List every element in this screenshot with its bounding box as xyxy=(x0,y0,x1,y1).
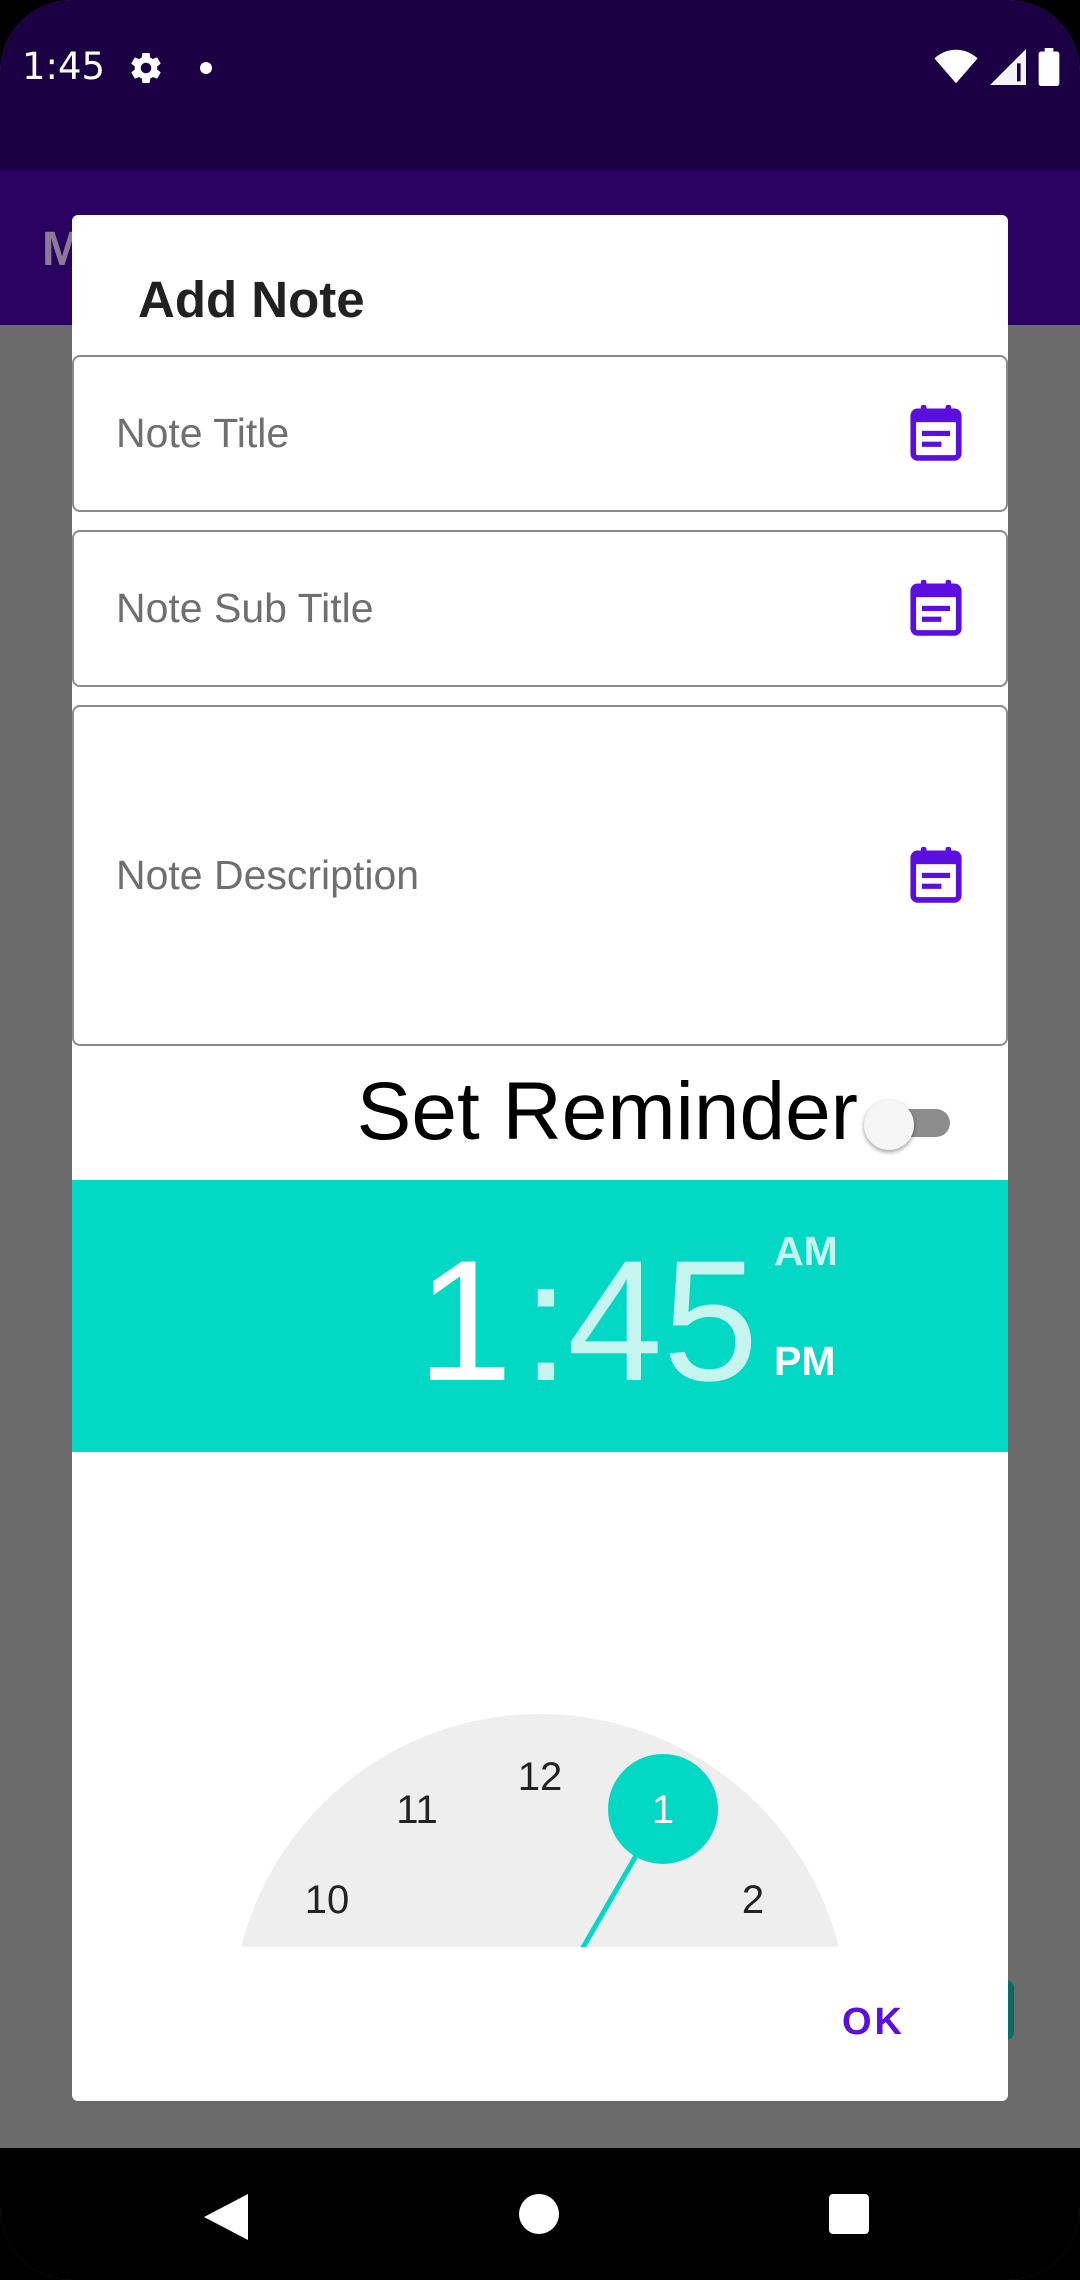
home-icon[interactable] xyxy=(519,2194,559,2234)
switch-thumb xyxy=(864,1100,914,1150)
reminder-label: Set Reminder xyxy=(356,1066,858,1157)
note-title-input[interactable] xyxy=(116,357,876,510)
ok-button[interactable]: OK xyxy=(842,2001,905,2044)
navigation-bar xyxy=(0,2148,1080,2280)
recents-icon[interactable] xyxy=(829,2194,869,2234)
clock-number-10[interactable]: 10 xyxy=(305,1878,350,1922)
clock-number-1[interactable]: 1 xyxy=(652,1788,674,1832)
time-separator: : xyxy=(522,1225,570,1417)
am-toggle[interactable]: AM xyxy=(774,1228,838,1275)
note-subtitle-field xyxy=(72,530,1008,687)
battery-icon xyxy=(1038,48,1060,86)
notification-dot-icon xyxy=(200,62,212,74)
settings-gear-icon xyxy=(131,53,161,84)
status-bar: 1:45 xyxy=(0,0,1080,170)
hour-display[interactable]: 1 xyxy=(417,1235,513,1407)
note-description-input[interactable] xyxy=(116,707,876,1044)
clock-face[interactable]: 121234567891011 xyxy=(72,1452,1008,1947)
pm-toggle[interactable]: PM xyxy=(774,1338,836,1385)
clock-number-2[interactable]: 2 xyxy=(742,1878,764,1922)
reminder-row: Set Reminder xyxy=(72,1065,1008,1175)
status-icons xyxy=(934,48,1060,86)
dialog-title: Add Note xyxy=(138,271,365,328)
clock-face-area: 121234567891011 xyxy=(72,1452,1008,1947)
note-description-field xyxy=(72,705,1008,1046)
calendar-note-icon xyxy=(910,846,962,903)
minute-display[interactable]: 45 xyxy=(567,1235,758,1407)
screen: 1:45 M Add Note Note Title Note Sub Titl… xyxy=(0,0,1080,2280)
add-note-dialog: Add Note Note Title Note Sub Title Note … xyxy=(72,215,1008,2101)
calendar-note-icon xyxy=(910,404,962,461)
time-picker-header: 1 : 45 AM PM xyxy=(72,1180,1008,1452)
wifi-icon xyxy=(934,49,978,84)
clock-number-12[interactable]: 12 xyxy=(518,1755,563,1799)
cellular-signal-icon xyxy=(990,49,1026,85)
back-icon[interactable] xyxy=(204,2194,248,2240)
calendar-note-icon xyxy=(910,579,962,636)
note-subtitle-input[interactable] xyxy=(116,532,876,685)
note-title-field xyxy=(72,355,1008,512)
status-time: 1:45 xyxy=(22,45,106,88)
clock-number-11[interactable]: 11 xyxy=(396,1788,438,1832)
reminder-switch[interactable] xyxy=(864,1100,952,1150)
